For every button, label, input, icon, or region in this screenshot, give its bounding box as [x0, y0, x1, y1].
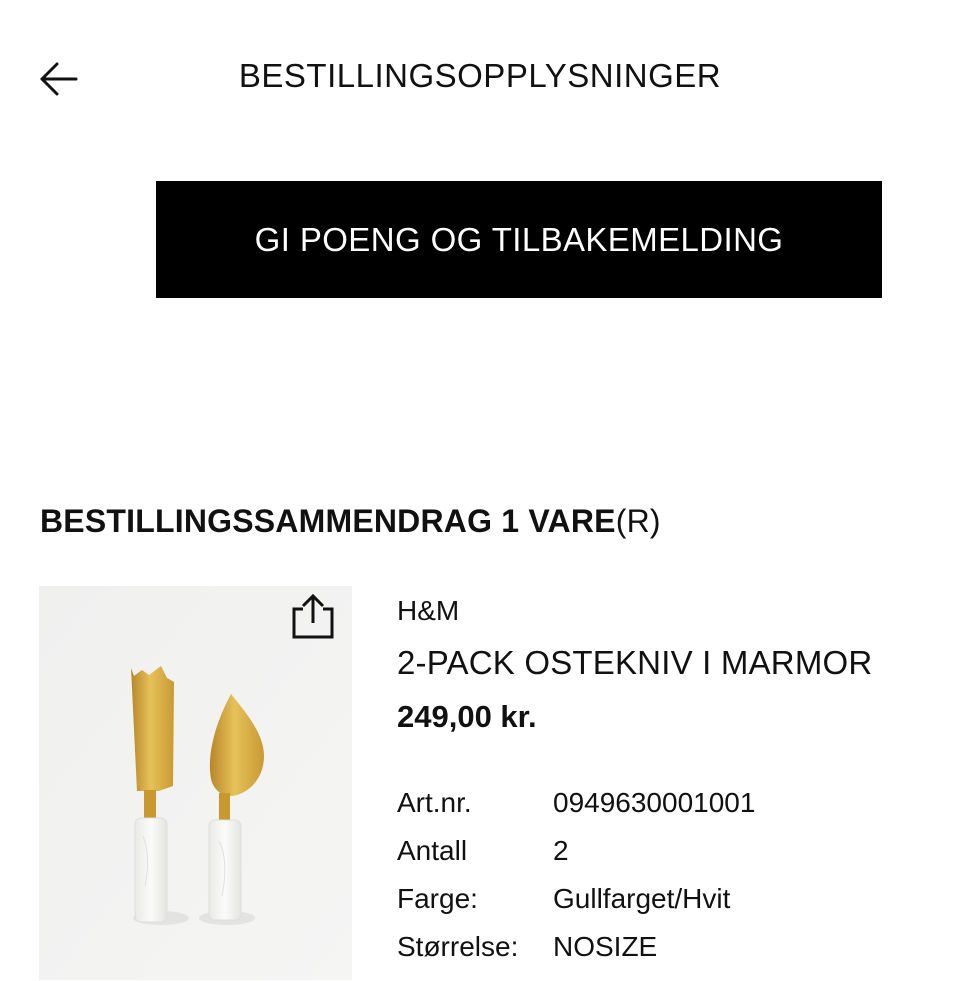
order-summary-heading-text: BESTILLINGSSAMMENDRAG 1 VARE: [40, 503, 616, 539]
give-feedback-button[interactable]: GI POENG OG TILBAKEMELDING: [156, 181, 882, 298]
detail-row-quantity: Antall 2: [397, 835, 755, 883]
detail-value: Gullfarget/Hvit: [553, 883, 731, 914]
cheese-knives-image: [39, 586, 352, 980]
product-details: Art.nr. 0949630001001 Antall 2 Farge: Gu…: [397, 787, 755, 979]
detail-value: 0949630001001: [553, 787, 756, 818]
order-summary-heading: BESTILLINGSSAMMENDRAG 1 VARE(R): [40, 503, 661, 540]
share-button[interactable]: [287, 592, 337, 642]
give-feedback-button-label: GI POENG OG TILBAKEMELDING: [254, 220, 784, 258]
detail-label: Størrelse:: [397, 931, 519, 962]
product-brand: H&M: [397, 595, 460, 626]
detail-label: Farge:: [397, 883, 478, 914]
product-name[interactable]: 2-PACK OSTEKNIV I MARMOR: [397, 644, 872, 682]
detail-label: Antall: [397, 835, 468, 866]
order-summary-heading-suffix: (R): [615, 503, 661, 539]
detail-value: NOSIZE: [553, 931, 658, 962]
detail-label: Art.nr.: [397, 787, 472, 818]
detail-row-size: Størrelse: NOSIZE: [397, 931, 755, 979]
page-title: BESTILLINGSOPPLYSNINGER: [238, 57, 722, 94]
share-icon: [292, 593, 334, 639]
product-image[interactable]: [39, 586, 352, 980]
detail-row-article-number: Art.nr. 0949630001001: [397, 787, 755, 835]
detail-row-color: Farge: Gullfarget/Hvit: [397, 883, 755, 931]
detail-value: 2: [553, 835, 569, 866]
product-price: 249,00 kr.: [397, 699, 537, 734]
